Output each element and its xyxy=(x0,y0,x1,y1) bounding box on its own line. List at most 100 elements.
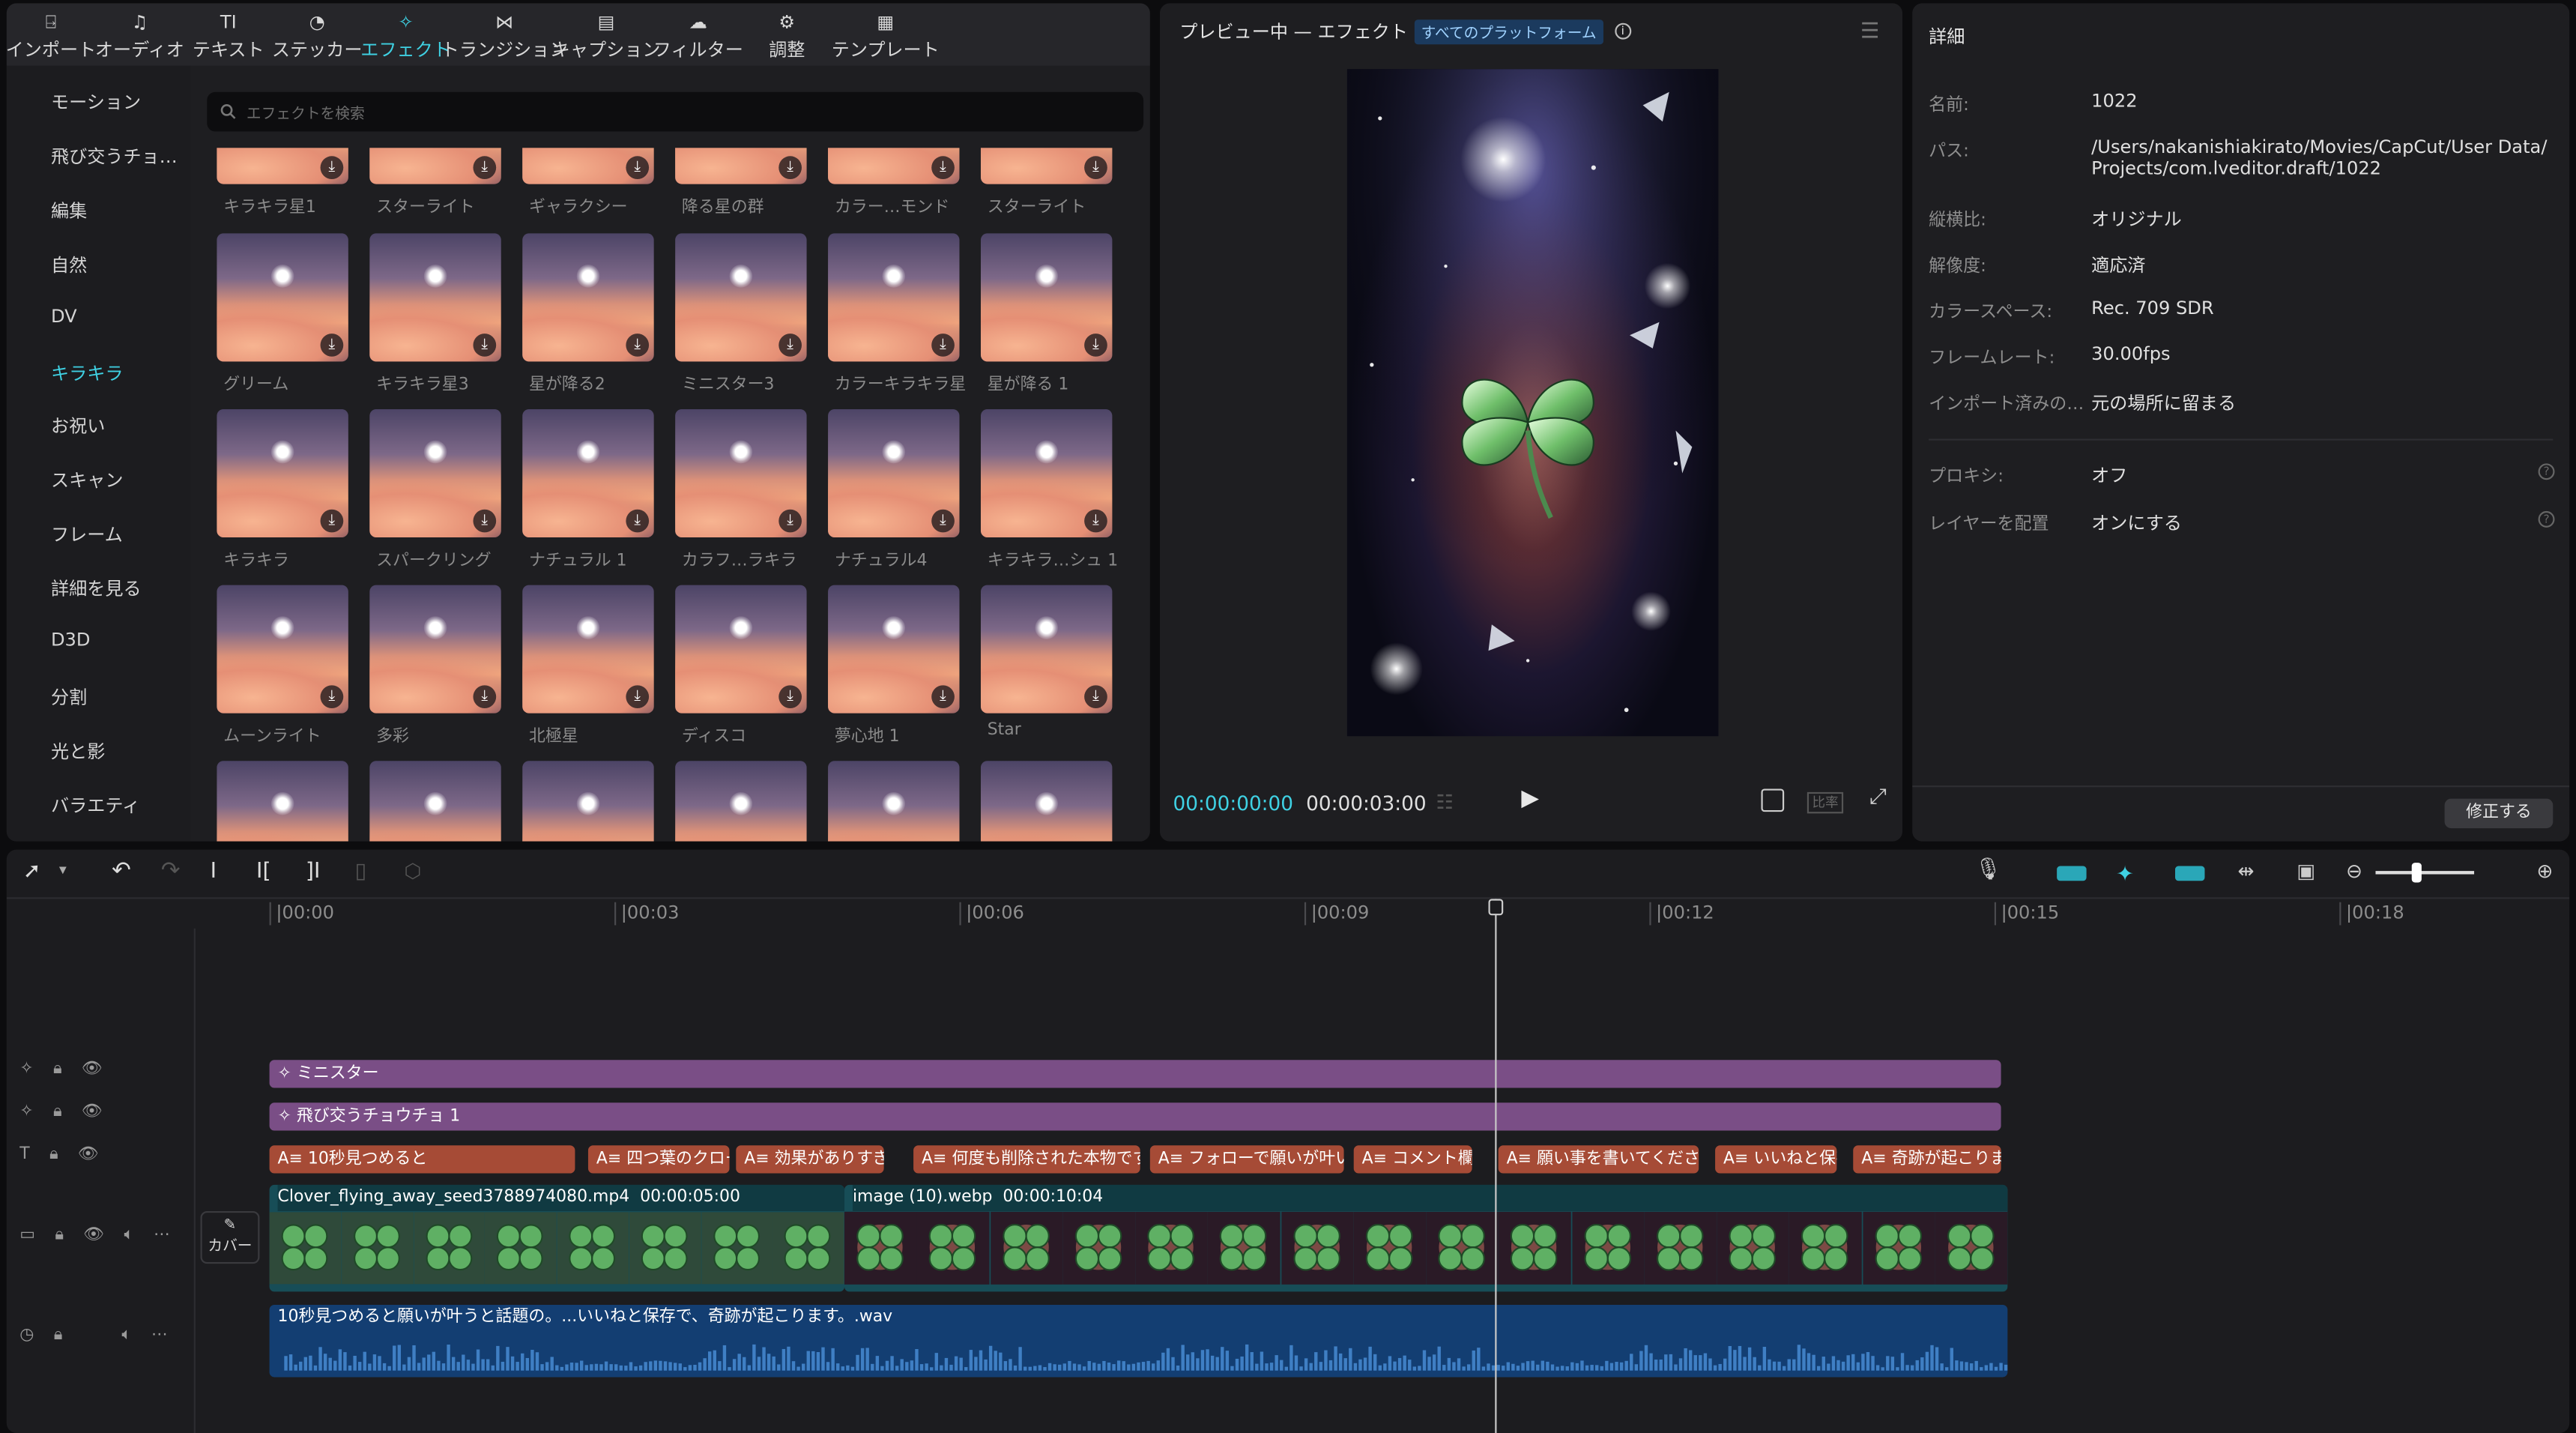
playhead-handle[interactable] xyxy=(1488,899,1504,916)
preview-video[interactable] xyxy=(1346,69,1719,737)
category-item-2[interactable]: 編集 xyxy=(51,197,87,223)
speaker-icon[interactable]: 🔈︎ xyxy=(121,1326,131,1344)
more-icon[interactable]: ⋯ xyxy=(154,1226,170,1244)
toolbar-tab-9[interactable]: ▦ テンプレート xyxy=(831,3,940,65)
effect-clip-ministar[interactable]: ✧ ミニスター xyxy=(269,1060,2001,1088)
toolbar-tab-7[interactable]: ☁ フィルター xyxy=(653,3,743,65)
toolbar-tab-5[interactable]: ⋈ トランジション xyxy=(441,3,568,65)
text-clip[interactable]: A≡ コメント欄に xyxy=(1353,1145,1472,1174)
lock-icon[interactable]: 🔒︎ xyxy=(49,1145,58,1163)
toolbar-tab-4[interactable]: ✧ エフェクト xyxy=(360,3,451,65)
timeline-list-icon[interactable]: ☷ xyxy=(1436,791,1454,814)
download-icon[interactable]: ⤓ xyxy=(473,685,497,709)
undo-icon[interactable]: ↶ xyxy=(112,858,131,884)
download-icon[interactable]: ⤓ xyxy=(626,156,650,180)
shield-icon[interactable]: ⬡ xyxy=(404,860,421,883)
download-icon[interactable]: ⤓ xyxy=(1084,509,1107,533)
category-item-12[interactable]: 光と影 xyxy=(51,737,105,764)
microphone-icon[interactable]: 🎙 xyxy=(1975,858,2002,883)
cover-button[interactable]: ✎ カバー xyxy=(200,1210,260,1264)
download-icon[interactable]: ⤓ xyxy=(473,156,497,180)
toolbar-tab-3[interactable]: ◔ ステッカー xyxy=(272,3,363,65)
timeline-ruler[interactable]: |00:00 |00:03 |00:06 |00:09 |00:12 |00:15 |00:… xyxy=(269,899,2570,928)
category-item-11[interactable]: 分割 xyxy=(51,684,87,710)
more-icon[interactable]: ⋯ xyxy=(151,1326,168,1344)
category-item-8[interactable]: フレーム xyxy=(51,521,123,547)
text-clip[interactable]: A≡ 願い事を書いてください xyxy=(1498,1145,1699,1174)
lock-icon[interactable]: 🔒︎ xyxy=(53,1102,62,1120)
split-screen-icon[interactable]: ⇹ xyxy=(2237,860,2254,883)
proxy-help-icon[interactable]: ? xyxy=(2538,463,2555,480)
category-item-5[interactable]: キラキラ xyxy=(51,359,123,385)
eye-icon[interactable]: 👁 xyxy=(82,1060,103,1078)
toolbar-tab-8[interactable]: ⚙ 調整 xyxy=(743,3,831,65)
download-icon[interactable]: ⤓ xyxy=(778,156,802,180)
link-main-track-icon[interactable] xyxy=(2057,866,2087,881)
download-icon[interactable]: ⤓ xyxy=(1084,685,1107,709)
fullscreen-crop-icon[interactable] xyxy=(1761,788,1785,812)
split-icon[interactable]: I xyxy=(211,860,217,884)
link-clips-icon[interactable] xyxy=(2175,866,2205,881)
ratio-button[interactable]: 比率 xyxy=(1806,791,1844,814)
lock-icon[interactable]: 🔒︎ xyxy=(55,1226,64,1244)
eye-icon[interactable]: 👁 xyxy=(78,1145,99,1163)
download-icon[interactable]: ⤓ xyxy=(1084,156,1107,180)
category-item-9[interactable]: 詳細を見る xyxy=(51,576,142,602)
category-item-13[interactable]: バラエティ xyxy=(51,791,140,818)
zoom-in-icon[interactable]: ⊕ xyxy=(2536,860,2553,883)
category-item-6[interactable]: お祝い xyxy=(51,413,105,439)
download-icon[interactable]: ⤓ xyxy=(626,509,650,533)
category-item-3[interactable]: 自然 xyxy=(51,251,87,277)
magnet-snap-icon[interactable]: ✦ xyxy=(2116,863,2134,887)
text-clip[interactable]: A≡ 効果がありすぎ xyxy=(736,1145,884,1174)
download-icon[interactable]: ⤓ xyxy=(931,509,955,533)
play-button[interactable]: ▶ xyxy=(1521,785,1539,812)
text-clip[interactable]: A≡ 奇跡が起こります xyxy=(1853,1145,2001,1174)
download-icon[interactable]: ⤓ xyxy=(778,509,802,533)
search-input[interactable]: エフェクトを検索 xyxy=(207,91,1144,132)
detail-value[interactable]: オンにする xyxy=(2091,510,2182,536)
video-clip-image10[interactable]: image (10).webp 00:00:10:04 xyxy=(844,1184,2008,1292)
category-item-0[interactable]: モーション xyxy=(51,88,141,115)
audio-clip[interactable]: 10秒見つめると願いが叶うと話題の。...いいねと保存で、奇跡が起こります。.w… xyxy=(269,1304,2008,1378)
category-item-4[interactable]: DV xyxy=(51,305,77,327)
category-item-10[interactable]: D3D xyxy=(51,630,91,651)
select-tool-icon[interactable]: ➚ xyxy=(23,860,41,884)
fix-button[interactable]: 修正する xyxy=(2444,798,2554,829)
zoom-out-icon[interactable]: ⊖ xyxy=(2346,860,2362,883)
toolbar-tab-6[interactable]: ▤ キャプション xyxy=(552,3,661,65)
split-right-icon[interactable]: ]I xyxy=(306,860,321,884)
text-clip[interactable]: A≡ フォローで願いが叶い xyxy=(1149,1145,1344,1174)
info-icon[interactable]: i xyxy=(1614,22,1631,40)
toolbar-tab-2[interactable]: TI テキスト xyxy=(184,3,273,65)
download-icon[interactable]: ⤓ xyxy=(626,334,650,357)
category-item-1[interactable]: 飛び交うチョ… xyxy=(51,143,178,169)
download-icon[interactable]: ⤓ xyxy=(931,156,955,180)
text-clip[interactable]: A≡ いいねと保存 xyxy=(1715,1145,1837,1174)
preview-axis-icon[interactable]: ▣ xyxy=(2297,860,2315,883)
fullscreen-icon[interactable]: ⤢ xyxy=(1869,785,1887,810)
download-icon[interactable]: ⤓ xyxy=(320,685,344,709)
playhead[interactable] xyxy=(1488,899,1504,1433)
speaker-icon[interactable]: 🔈︎ xyxy=(124,1226,134,1244)
split-left-icon[interactable]: I[ xyxy=(256,860,271,884)
layer-help-icon[interactable]: ? xyxy=(2538,510,2555,528)
toolbar-tab-0[interactable]: ⍈ インポート xyxy=(7,3,96,65)
category-item-7[interactable]: スキャン xyxy=(51,467,123,493)
zoom-slider-thumb[interactable] xyxy=(2411,863,2422,883)
download-icon[interactable]: ⤓ xyxy=(320,334,344,357)
lock-icon[interactable]: 🔒︎ xyxy=(53,1060,62,1078)
zoom-slider[interactable] xyxy=(2375,863,2475,883)
eye-icon[interactable]: 👁 xyxy=(83,1226,104,1244)
download-icon[interactable]: ⤓ xyxy=(473,334,497,357)
download-icon[interactable]: ⤓ xyxy=(931,685,955,709)
download-icon[interactable]: ⤓ xyxy=(1084,334,1107,357)
text-clip[interactable]: A≡ 10秒見つめると xyxy=(269,1145,575,1174)
detail-value[interactable]: オフ xyxy=(2091,462,2127,488)
download-icon[interactable]: ⤓ xyxy=(778,685,802,709)
toolbar-tab-1[interactable]: ♫ オーディオ xyxy=(95,3,184,65)
text-clip[interactable]: A≡ 何度も削除された本物です xyxy=(913,1145,1140,1174)
download-icon[interactable]: ⤓ xyxy=(778,334,802,357)
effect-clip-butterfly[interactable]: ✧ 飛び交うチョウチョ 1 xyxy=(269,1102,2001,1131)
lock-icon[interactable]: 🔒︎ xyxy=(54,1326,63,1344)
